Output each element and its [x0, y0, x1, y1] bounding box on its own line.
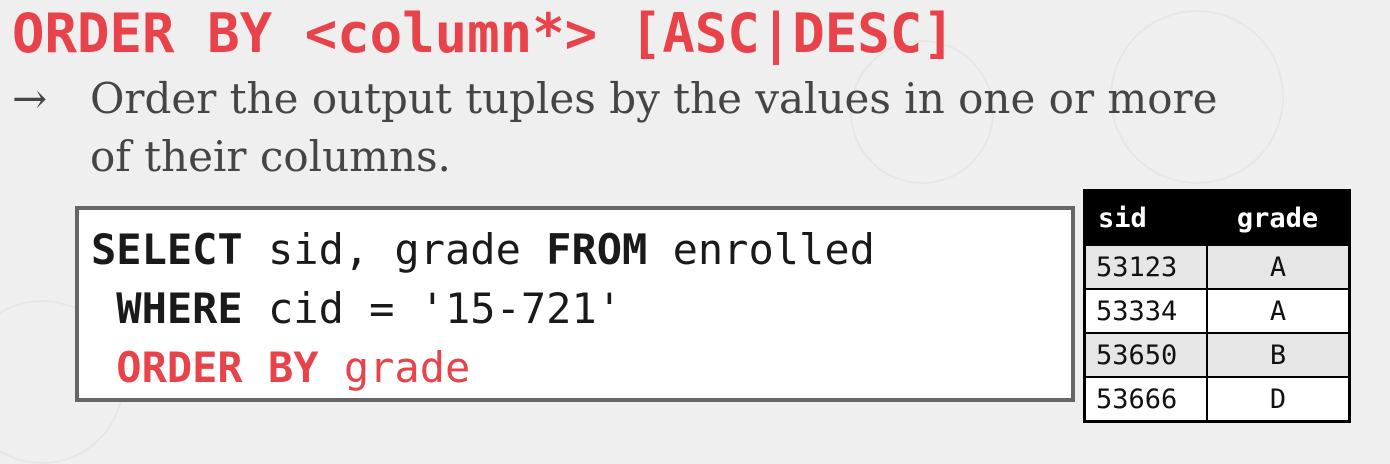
slide-title: ORDER BY <column*> [ASC|DESC] — [12, 2, 955, 65]
table-row: 53650 B — [1083, 332, 1351, 378]
keyword-where: WHERE — [91, 284, 243, 333]
column-header-grade: grade — [1207, 190, 1350, 245]
cell-grade: B — [1206, 332, 1351, 378]
cell-sid: 53650 — [1083, 332, 1208, 378]
bullet-point: → Order the output tuples by the values … — [12, 70, 1312, 186]
table-row: 53666 D — [1083, 376, 1351, 423]
table-header-row: sid grade — [1084, 190, 1350, 245]
code-text: grade — [318, 343, 471, 392]
sql-code-box: SELECT sid, grade FROM enrolled WHERE ci… — [75, 206, 1075, 402]
table-row: 53123 A — [1083, 244, 1351, 290]
cell-sid: 53666 — [1083, 376, 1208, 423]
cell-grade: A — [1206, 288, 1351, 334]
code-line-where: WHERE cid = '15-721' — [91, 279, 1071, 338]
code-line-order-by: ORDER BY grade — [91, 338, 1071, 397]
bullet-text: Order the output tuples by the values in… — [90, 74, 1218, 181]
code-text: enrolled — [647, 225, 875, 274]
arrow-icon: → — [12, 74, 48, 123]
keyword-select: SELECT — [91, 225, 243, 274]
table-row: 53334 A — [1083, 288, 1351, 334]
column-header-sid: sid — [1084, 190, 1207, 245]
cell-grade: A — [1206, 244, 1351, 290]
keyword-order-by: ORDER BY — [91, 343, 319, 392]
cell-grade: D — [1206, 376, 1351, 423]
result-table: sid grade 53123 A 53334 A 53650 B 53666 … — [1083, 189, 1351, 423]
code-text: cid = '15-721' — [242, 284, 623, 333]
code-text: sid, grade — [242, 225, 547, 274]
code-line-select: SELECT sid, grade FROM enrolled — [91, 220, 1071, 279]
keyword-from: FROM — [546, 225, 648, 274]
cell-sid: 53334 — [1083, 288, 1208, 334]
cell-sid: 53123 — [1083, 244, 1208, 290]
